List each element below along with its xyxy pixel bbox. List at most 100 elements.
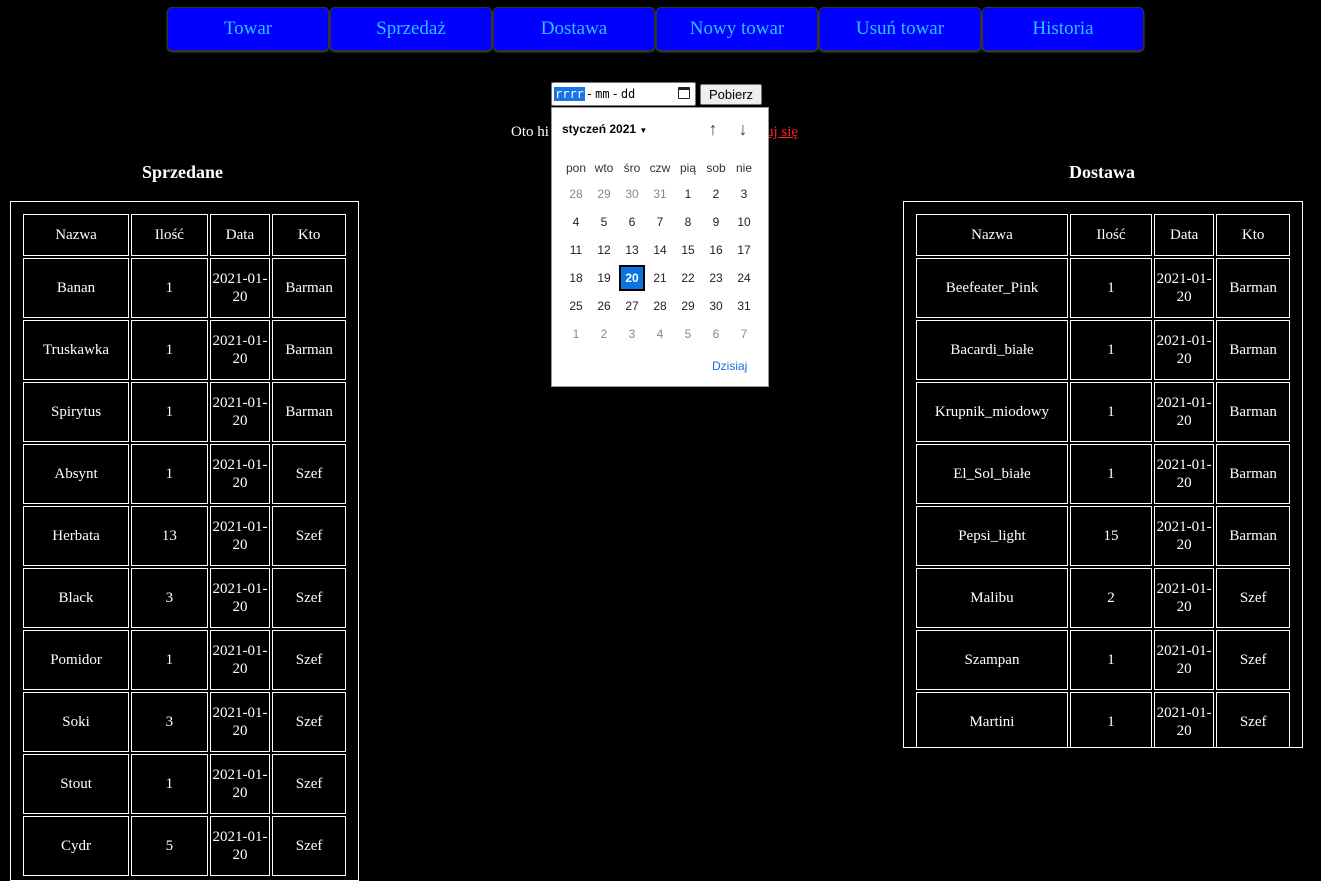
cell-kto: Szef xyxy=(1216,568,1290,628)
calendar-day[interactable]: 1 xyxy=(562,320,590,348)
cell-nazwa: Krupnik_miodowy xyxy=(916,382,1068,442)
calendar-day[interactable]: 5 xyxy=(674,320,702,348)
calendar-day[interactable]: 26 xyxy=(590,292,618,320)
calendar-day[interactable]: 7 xyxy=(730,320,758,348)
calendar-day[interactable]: 24 xyxy=(730,264,758,292)
calendar-day[interactable]: 30 xyxy=(702,292,730,320)
calendar-day[interactable]: 15 xyxy=(674,236,702,264)
sold-title: Sprzedane xyxy=(142,162,223,182)
calendar-day[interactable]: 22 xyxy=(674,264,702,292)
calendar-day[interactable]: 11 xyxy=(562,236,590,264)
nav-button-historia[interactable]: Historia xyxy=(982,7,1144,51)
cell-data: 2021-01-20 xyxy=(209,506,271,566)
nav-button-towar[interactable]: Towar xyxy=(167,7,329,51)
date-day-segment[interactable]: dd xyxy=(620,87,636,101)
cell-nazwa: Pomidor xyxy=(23,630,130,690)
date-month-segment[interactable]: mm xyxy=(594,87,610,101)
date-year-segment[interactable]: rrrr xyxy=(554,87,585,101)
calendar-day[interactable]: 19 xyxy=(590,264,618,292)
arrow-up-icon[interactable]: ↑ xyxy=(702,118,724,140)
cell-nazwa: Truskawka xyxy=(23,320,130,380)
calendar-day[interactable]: 2 xyxy=(590,320,618,348)
calendar-day[interactable]: 12 xyxy=(590,236,618,264)
cell-kto: Szef xyxy=(1216,692,1290,747)
month-year-selector[interactable]: styczeń 2021 ▼ xyxy=(562,122,647,136)
calendar-day[interactable]: 3 xyxy=(618,320,646,348)
nav-button-usun-towar[interactable]: Usuń towar xyxy=(819,7,981,51)
calendar-day[interactable]: 1 xyxy=(674,180,702,208)
cell-nazwa: Szampan xyxy=(916,630,1068,690)
calendar-day[interactable]: 9 xyxy=(702,208,730,236)
cell-nazwa: Martini xyxy=(916,692,1068,747)
calendar-day[interactable]: 4 xyxy=(562,208,590,236)
cell-kto: Barman xyxy=(272,258,346,318)
calendar-day[interactable]: 13 xyxy=(618,236,646,264)
weekday-label: nie xyxy=(735,161,752,175)
info-text: Oto hi xyxy=(511,124,549,140)
cell-ilosc: 1 xyxy=(1069,692,1152,747)
calendar-icon[interactable] xyxy=(678,87,690,99)
calendar-day[interactable]: 6 xyxy=(618,208,646,236)
calendar-day[interactable]: 10 xyxy=(730,208,758,236)
calendar-day[interactable]: 29 xyxy=(674,292,702,320)
cell-nazwa: Stout xyxy=(23,754,130,814)
calendar-day[interactable]: 7 xyxy=(646,208,674,236)
col-header-ilosc: Ilość xyxy=(1069,214,1152,256)
cell-kto: Szef xyxy=(272,754,346,814)
sold-table-frame: Nazwa Ilość Data Kto Banan 1 2021-01-20 Bar… xyxy=(10,201,359,881)
nav-button-sprzedaz[interactable]: Sprzedaż xyxy=(330,7,492,51)
arrow-down-icon[interactable]: ↓ xyxy=(732,118,754,140)
weekday-label: śro xyxy=(623,161,641,175)
calendar-day[interactable]: 28 xyxy=(562,180,590,208)
cell-kto: Barman xyxy=(1216,382,1290,442)
calendar-day[interactable]: 21 xyxy=(646,264,674,292)
date-input[interactable]: rrrr - mm - dd xyxy=(551,82,696,106)
sold-table-body: Banan 1 2021-01-20 Barman Truskawka 1 2021-01-… xyxy=(23,258,346,876)
cell-ilosc: 5 xyxy=(131,816,208,876)
cell-kto: Szef xyxy=(1216,630,1290,690)
cell-ilosc: 1 xyxy=(1069,444,1152,504)
cell-data: 2021-01-20 xyxy=(209,444,271,504)
cell-kto: Barman xyxy=(1216,506,1290,566)
calendar-day[interactable]: 2 xyxy=(702,180,730,208)
date-separator: - xyxy=(611,87,619,101)
nav-button-dostawa[interactable]: Dostawa xyxy=(493,7,655,51)
table-row: Banan 1 2021-01-20 Barman xyxy=(23,258,346,318)
calendar-day[interactable]: 17 xyxy=(730,236,758,264)
calendar-day-selected[interactable]: 20 xyxy=(619,265,645,291)
calendar-day[interactable]: 16 xyxy=(702,236,730,264)
calendar-day[interactable]: 31 xyxy=(730,292,758,320)
calendar-day[interactable]: 30 xyxy=(618,180,646,208)
calendar-day[interactable]: 6 xyxy=(702,320,730,348)
cell-data: 2021-01-20 xyxy=(1154,506,1215,566)
cell-nazwa: Herbata xyxy=(23,506,130,566)
nav-button-nowy-towar[interactable]: Nowy towar xyxy=(656,7,818,51)
table-row: Pepsi_light 15 2021-01-20 Barman xyxy=(916,506,1290,566)
calendar-day[interactable]: 3 xyxy=(730,180,758,208)
col-header-data: Data xyxy=(209,214,271,256)
table-row: Bacardi_białe 1 2021-01-20 Barman xyxy=(916,320,1290,380)
cell-data: 2021-01-20 xyxy=(1154,630,1215,690)
info-link[interactable]: uj się xyxy=(766,124,798,141)
calendar-day[interactable]: 14 xyxy=(646,236,674,264)
calendar-day[interactable]: 25 xyxy=(562,292,590,320)
calendar-day[interactable]: 18 xyxy=(562,264,590,292)
weekday-label: pon xyxy=(565,161,587,175)
table-row: Spirytus 1 2021-01-20 Barman xyxy=(23,382,346,442)
calendar-day[interactable]: 8 xyxy=(674,208,702,236)
calendar-day[interactable]: 23 xyxy=(702,264,730,292)
weekday-label: czw xyxy=(649,161,671,175)
calendar-day[interactable]: 5 xyxy=(590,208,618,236)
calendar-day[interactable]: 28 xyxy=(646,292,674,320)
cell-ilosc: 1 xyxy=(131,382,208,442)
today-button[interactable]: Dzisiaj xyxy=(712,359,747,373)
cell-ilosc: 1 xyxy=(1069,320,1152,380)
calendar-day[interactable]: 29 xyxy=(590,180,618,208)
calendar-day[interactable]: 27 xyxy=(618,292,646,320)
calendar-day[interactable]: 31 xyxy=(646,180,674,208)
fetch-button[interactable]: Pobierz xyxy=(700,84,762,105)
table-row: El_Sol_białe 1 2021-01-20 Barman xyxy=(916,444,1290,504)
calendar-day[interactable]: 4 xyxy=(646,320,674,348)
caret-down-icon: ▼ xyxy=(639,126,648,135)
weekday-label: wto xyxy=(594,161,614,175)
